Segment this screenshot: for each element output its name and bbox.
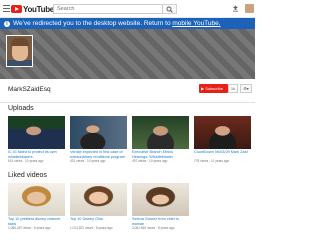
video-meta: 3,062,562 views · 8 years ago bbox=[132, 226, 175, 230]
subscribe-button[interactable]: ▶ Subscribe bbox=[199, 84, 228, 93]
info-icon: i bbox=[4, 21, 10, 27]
search-input[interactable] bbox=[53, 4, 163, 14]
subscriber-count: 1k bbox=[228, 84, 238, 93]
hamburger-menu-icon[interactable] bbox=[3, 5, 10, 12]
video-thumbnail[interactable] bbox=[8, 183, 65, 216]
video-title[interactable]: Executive Branch Ethics Hearings: Whistl… bbox=[132, 150, 189, 159]
mobile-youtube-link[interactable]: mobile YouTube. bbox=[172, 20, 220, 27]
liked-video-card[interactable]: Selena Gomez from child to woman 3,062,5… bbox=[132, 183, 189, 230]
video-title[interactable]: Verdict expected in first case of extrao… bbox=[70, 150, 127, 159]
uploads-title[interactable]: Uploads bbox=[8, 105, 34, 112]
video-thumbnail[interactable] bbox=[132, 183, 189, 216]
search-button[interactable] bbox=[163, 4, 177, 14]
video-meta: 497 views · 10 years ago bbox=[132, 159, 168, 163]
account-avatar[interactable] bbox=[245, 4, 254, 13]
video-thumbnail[interactable] bbox=[8, 116, 65, 149]
video-meta: 431 views · 10 years ago bbox=[70, 159, 106, 163]
upload-icon[interactable] bbox=[232, 5, 239, 12]
video-title[interactable]: CountDown 06/03/29 Mark Zaid bbox=[194, 150, 251, 159]
video-thumbnail[interactable] bbox=[194, 116, 251, 149]
channel-name[interactable]: MarkSZaidEsq bbox=[8, 86, 51, 93]
video-title[interactable]: Top 10 Disney Girls bbox=[70, 217, 127, 226]
channel-settings-button[interactable]: ⚙▾ bbox=[240, 84, 252, 93]
play-logo-icon bbox=[11, 5, 22, 13]
video-thumbnail[interactable] bbox=[70, 183, 127, 216]
liked-video-card[interactable]: Top 10 Disney Girls 1,013,837 views · 8 … bbox=[70, 183, 127, 230]
video-title[interactable]: IC IG failed to protect its own whistleb… bbox=[8, 150, 65, 159]
banner-text: We've redirected you to the desktop webs… bbox=[13, 20, 173, 27]
liked-video-card[interactable]: Top 10 prettiest disney channel stars 1,… bbox=[8, 183, 65, 230]
logo-text: YouTube bbox=[23, 4, 54, 14]
subscribe-label: Subscribe bbox=[205, 86, 223, 91]
video-meta: 1,086,287 views · 6 years ago bbox=[8, 226, 51, 230]
redirect-banner: i We've redirected you to the desktop web… bbox=[0, 18, 255, 29]
video-title[interactable]: Top 10 prettiest disney channel stars bbox=[8, 217, 65, 226]
video-meta: 778 views · 11 years ago bbox=[194, 159, 230, 163]
video-meta: 1,013,837 views · 8 years ago bbox=[70, 226, 113, 230]
youtube-logo[interactable]: YouTube bbox=[11, 4, 54, 14]
video-meta: 614 views · 10 years ago bbox=[8, 159, 44, 163]
search-icon bbox=[166, 6, 173, 13]
upload-video-card[interactable]: Executive Branch Ethics Hearings: Whistl… bbox=[132, 116, 189, 163]
masthead: YouTube bbox=[0, 0, 255, 18]
channel-avatar[interactable] bbox=[6, 35, 33, 67]
video-thumbnail[interactable] bbox=[132, 116, 189, 149]
upload-video-card[interactable]: IC IG failed to protect its own whistleb… bbox=[8, 116, 65, 163]
liked-videos-title[interactable]: Liked videos bbox=[8, 172, 47, 179]
upload-video-card[interactable]: Verdict expected in first case of extrao… bbox=[70, 116, 127, 163]
video-title[interactable]: Selena Gomez from child to woman bbox=[132, 217, 189, 226]
video-thumbnail[interactable] bbox=[70, 116, 127, 149]
upload-video-card[interactable]: CountDown 06/03/29 Mark Zaid 778 views ·… bbox=[194, 116, 251, 163]
